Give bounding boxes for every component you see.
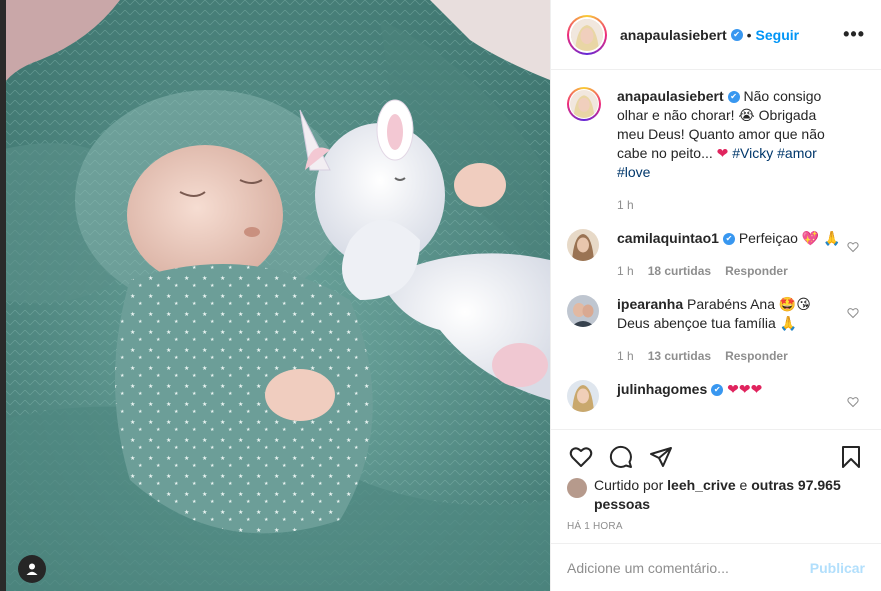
comment-likes[interactable]: 18 curtidas (648, 262, 711, 281)
hashtag-link[interactable]: #love (617, 164, 650, 180)
post-actions-bar (551, 429, 881, 483)
comment-text: Perfeiçao 💖 🙏 (738, 230, 841, 246)
commenter-avatar[interactable] (567, 295, 599, 327)
hashtag-link[interactable]: #Vicky (732, 145, 773, 161)
liker-avatar[interactable] (567, 478, 587, 498)
comment-input[interactable] (567, 559, 810, 576)
small-heart-icon[interactable] (847, 396, 859, 408)
heart-icon (569, 446, 593, 467)
comment-icon (609, 445, 632, 468)
comment-meta: 1 h 18 curtidas Responder (617, 262, 841, 281)
likes-prefix: Curtido por (594, 477, 664, 493)
author-avatar[interactable] (571, 18, 603, 51)
comment-username[interactable]: ipearanha (617, 296, 683, 312)
comment-username[interactable]: julinhagomes (617, 381, 707, 397)
author-username[interactable]: anapaulasiebert (620, 27, 727, 43)
publish-button[interactable]: Publicar (810, 560, 865, 576)
comment-time[interactable]: 1 h (617, 347, 634, 366)
caption-row: anapaulasiebert ✔ Não consigo olhar e não… (567, 87, 865, 215)
comment-meta: 1 h 13 curtidas Responder (617, 347, 841, 366)
comments-list[interactable]: anapaulasiebert ✔ Não consigo olhar e não… (551, 71, 881, 429)
photo-edge-strip (0, 0, 6, 591)
caption-body: anapaulasiebert ✔ Não consigo olhar e não… (617, 87, 865, 215)
comment-button[interactable] (601, 437, 641, 477)
likes-text: Curtido por leeh_crive e outras 97.965 p… (594, 476, 865, 514)
reply-button[interactable]: Responder (725, 262, 788, 281)
reply-button[interactable]: Responder (725, 347, 788, 366)
caption-meta: 1 h (617, 196, 841, 215)
comment-time[interactable]: 1 h (617, 262, 634, 281)
add-comment-bar: Publicar (551, 543, 881, 591)
likes-middle: e (739, 477, 748, 493)
comment-row: ipearanha Parabéns Ana 🤩😘 Deus abençoe t… (567, 295, 865, 366)
post-header: anapaulasiebert ✔ • Seguir ••• (551, 0, 881, 70)
baby-photo-illustration: ★ ★ (0, 0, 550, 591)
user-tag-button[interactable] (18, 555, 46, 583)
comment-text: ❤❤❤ (727, 381, 763, 397)
comment-body: ipearanha Parabéns Ana 🤩😘 Deus abençoe t… (617, 295, 865, 366)
caption-heart: ❤ (716, 145, 729, 161)
comment-row: julinhagomes ✔ ❤❤❤ (567, 380, 865, 412)
verified-badge-icon: ✔ (727, 91, 740, 104)
share-button[interactable] (641, 437, 681, 477)
like-button[interactable] (561, 437, 601, 477)
hashtag-link[interactable]: #amor (777, 145, 817, 161)
liker-username[interactable]: leeh_crive (667, 477, 736, 493)
commenter-avatar[interactable] (567, 229, 599, 261)
post-side-panel: anapaulasiebert ✔ • Seguir ••• anapaulas… (550, 0, 881, 591)
caption-username[interactable]: anapaulasiebert (617, 88, 724, 104)
comment-likes[interactable]: 13 curtidas (648, 347, 711, 366)
comment-body: camilaquintao1 ✔ Perfeiçao 💖 🙏 1 h 18 cur… (617, 229, 865, 281)
comment-body: julinhagomes ✔ ❤❤❤ (617, 380, 865, 412)
verified-badge-icon: ✔ (730, 28, 743, 41)
separator-dot: • (746, 26, 752, 43)
commenter-avatar[interactable] (567, 380, 599, 412)
post-timestamp[interactable]: HÁ 1 HORA (567, 521, 623, 532)
verified-badge-icon: ✔ (722, 233, 735, 246)
send-icon (650, 446, 672, 467)
bookmark-icon (842, 445, 860, 468)
caption-time[interactable]: 1 h (617, 196, 634, 215)
follow-button[interactable]: Seguir (756, 27, 800, 43)
verified-badge-icon: ✔ (711, 384, 724, 397)
small-heart-icon[interactable] (847, 241, 859, 253)
likes-summary: Curtido por leeh_crive e outras 97.965 p… (567, 476, 865, 514)
save-button[interactable] (831, 437, 871, 477)
post-photo[interactable]: ★ ★ (0, 0, 550, 591)
caption-story-ring[interactable] (567, 87, 601, 121)
caption-avatar[interactable] (570, 90, 598, 118)
small-heart-icon[interactable] (847, 307, 859, 319)
story-ring[interactable] (567, 14, 607, 55)
comment-username[interactable]: camilaquintao1 (617, 230, 719, 246)
comment-row: camilaquintao1 ✔ Perfeiçao 💖 🙏 1 h 18 cur… (567, 229, 865, 281)
more-options-button[interactable]: ••• (843, 24, 865, 45)
user-tag-icon (26, 563, 38, 575)
